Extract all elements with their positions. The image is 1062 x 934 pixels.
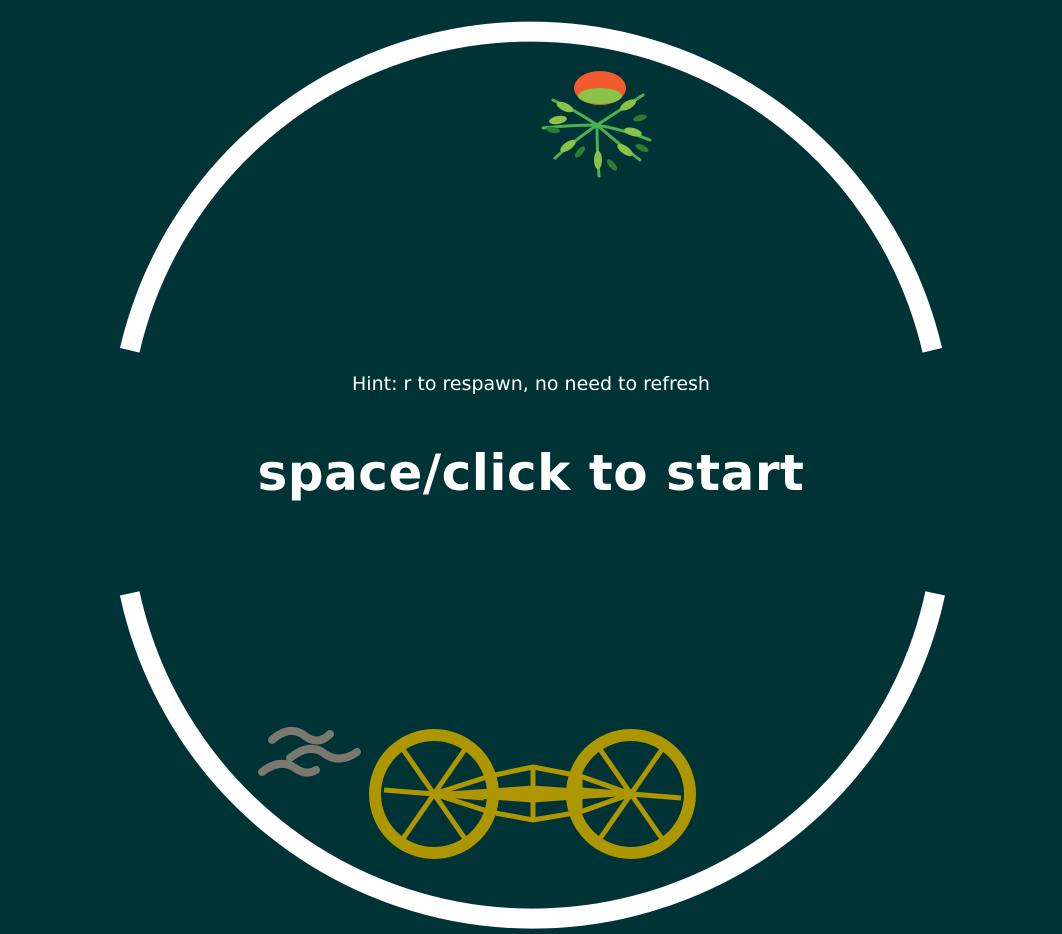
bicycle-icon [369, 729, 696, 859]
flower-icon [541, 71, 652, 178]
speed-lines-icon [258, 726, 361, 777]
start-prompt[interactable]: space/click to start [0, 440, 1062, 506]
hint-text: Hint: r to respawn, no need to refresh [352, 373, 710, 395]
game-canvas[interactable]: Hint: r to respawn, no need to refresh s… [0, 0, 1062, 934]
track-arc-bottom [119, 591, 945, 929]
track-arc-top [119, 21, 943, 353]
